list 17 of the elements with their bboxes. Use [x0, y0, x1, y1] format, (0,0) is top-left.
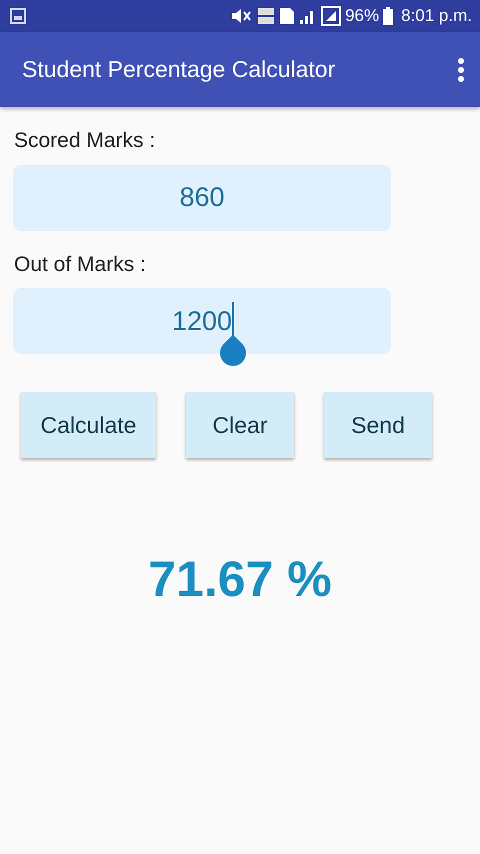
result-percentage: 71.67 % — [148, 551, 332, 607]
field-label: Scored Marks : — [14, 128, 156, 154]
image-notification-icon — [10, 8, 26, 24]
input-field[interactable]: 860 — [13, 164, 391, 230]
signal-icon — [321, 6, 342, 26]
app-title: Student Percentage Calculator — [22, 55, 336, 84]
sim-icon — [279, 7, 296, 25]
action-button[interactable]: Send — [324, 392, 432, 458]
field-label: Out of Marks : — [14, 252, 146, 278]
battery-icon — [383, 7, 394, 25]
clock: 8:01 p.m. — [401, 5, 472, 28]
action-button[interactable]: Clear — [186, 392, 294, 458]
action-button[interactable]: Calculate — [21, 392, 156, 458]
mute-icon — [229, 8, 254, 24]
more-options-icon[interactable] — [458, 58, 464, 82]
input-field[interactable]: 1200 — [13, 288, 391, 354]
battery-percentage: 96% — [345, 5, 380, 28]
